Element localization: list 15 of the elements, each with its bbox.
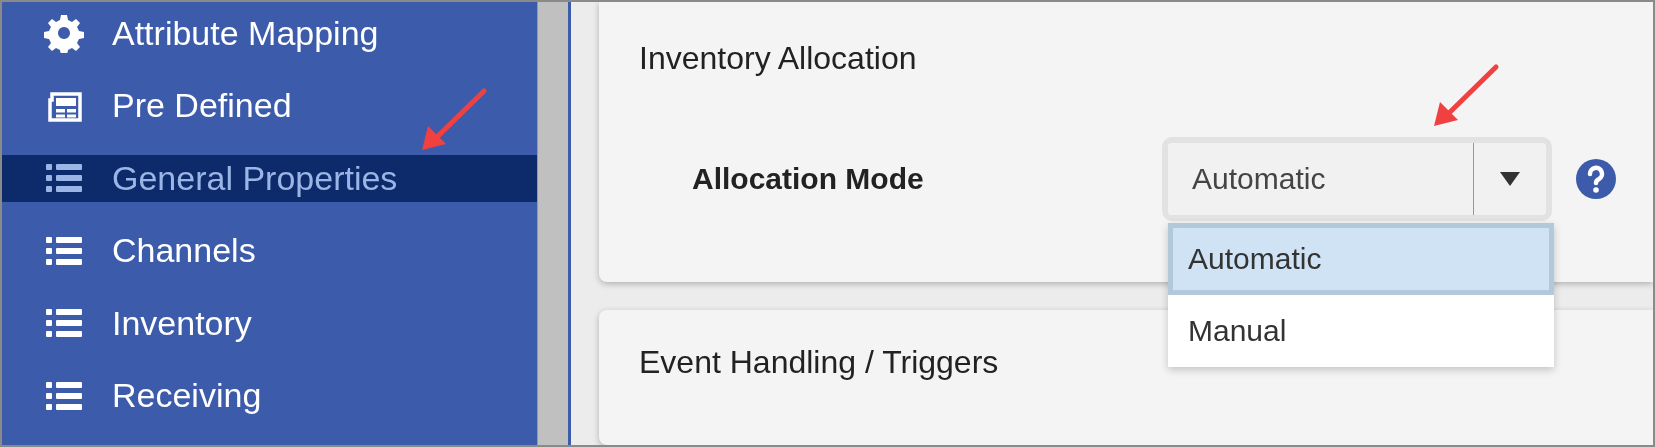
help-icon[interactable] xyxy=(1576,159,1616,199)
sidebar-item[interactable]: Channels xyxy=(2,227,537,274)
sidebar-item[interactable]: Attribute Mapping xyxy=(2,10,537,57)
dropdown-option[interactable]: Automatic xyxy=(1168,223,1554,295)
sidebar-item[interactable]: Receiving xyxy=(2,372,537,419)
sidebar-item[interactable]: General Properties xyxy=(2,155,537,202)
caret-icon xyxy=(1500,172,1520,186)
sidebar-item[interactable]: Pre Defined xyxy=(2,82,537,129)
section-title: Event Handling / Triggers xyxy=(639,344,1000,381)
sidebar-item[interactable]: Inventory xyxy=(2,300,537,347)
gear-icon xyxy=(44,13,84,54)
splitter-bar[interactable] xyxy=(537,2,571,445)
field-label: Allocation Mode xyxy=(692,162,925,196)
dropdown-option[interactable]: Manual xyxy=(1168,295,1554,367)
section-title: Inventory Allocation xyxy=(639,40,918,77)
